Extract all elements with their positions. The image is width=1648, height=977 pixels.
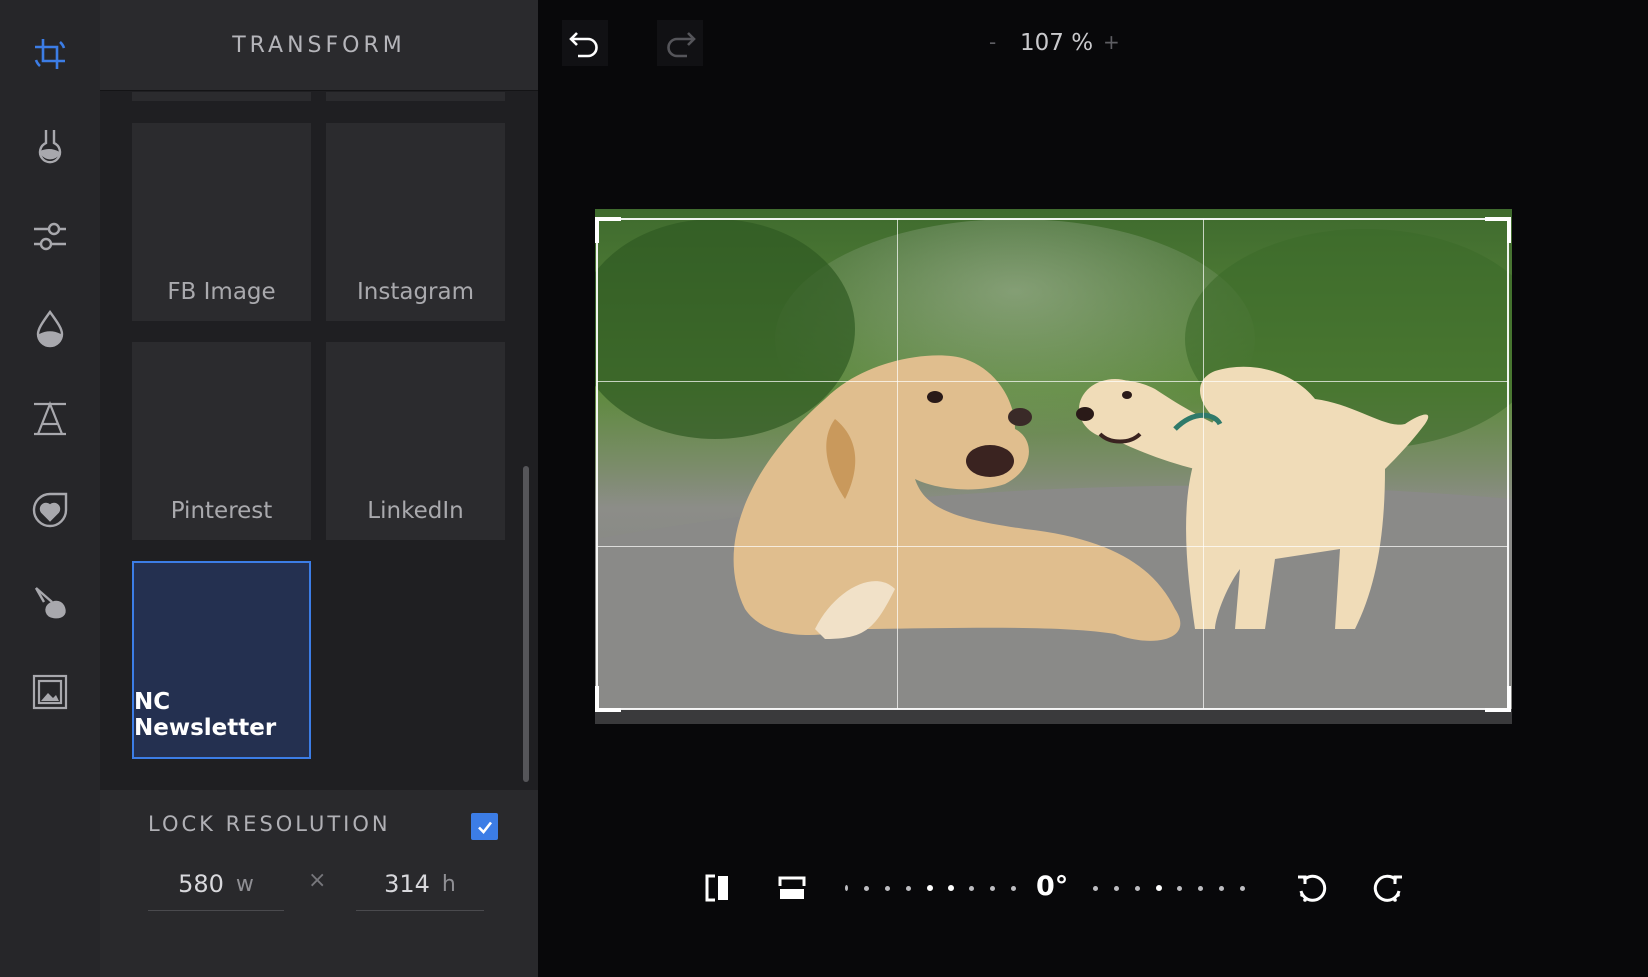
dial-tick [1135,886,1140,891]
preset-fb-image[interactable]: FB Image [132,123,311,321]
height-unit: h [441,871,456,897]
preset-tile-partial[interactable] [132,92,311,101]
preset-label: NC Newsletter [134,689,277,741]
dial-tick [1156,885,1162,891]
flip-vertical-button[interactable] [772,868,812,908]
zoom-out-button[interactable]: - [989,30,996,54]
flip-horizontal-button[interactable] [697,868,737,908]
dial-tick [969,886,974,891]
rotate-left-button[interactable] [1292,868,1332,908]
brush-icon[interactable] [26,578,74,626]
filter-flask-icon[interactable] [26,122,74,170]
color-drop-icon[interactable] [26,304,74,352]
adjust-sliders-icon[interactable] [26,212,74,260]
rotation-angle: 0° [1036,871,1069,902]
crop-frame[interactable] [596,218,1509,710]
sticker-heart-icon[interactable] [26,486,74,534]
rotate-left-icon [1298,874,1327,902]
panel-header: TRANSFORM [100,0,538,91]
dial-tick [1114,886,1119,891]
tool-sidebar [0,0,100,977]
dial-tick [948,885,954,891]
height-field[interactable]: 314 h [356,858,484,911]
width-unit: w [235,871,254,897]
lock-resolution-label: LOCK RESOLUTION [148,812,391,836]
crop-handle-bottom-left[interactable] [595,686,599,712]
dial-tick [864,886,869,891]
rotate-right-button[interactable] [1368,868,1408,908]
zoom-level: 107 % [1020,30,1094,56]
dial-tick [1011,886,1016,891]
dial-tick [927,885,933,891]
height-value: 314 [384,870,430,898]
text-icon[interactable] [26,394,74,442]
preset-label: LinkedIn [367,498,464,524]
width-field[interactable]: 580 w [148,858,284,911]
preset-label: Instagram [356,279,474,305]
panel-title: TRANSFORM [232,32,406,58]
preset-linkedin[interactable]: LinkedIn [326,342,505,540]
dial-tick [1240,886,1245,891]
dial-tick [1093,886,1098,891]
grid-line [597,546,1508,547]
grid-line [897,219,898,709]
dial-tick [990,886,995,891]
undo-button[interactable] [562,20,608,66]
panel-scrollbar[interactable] [523,466,529,782]
dial-tick [1198,886,1203,891]
dial-tick [885,886,890,891]
preset-label: FB Image [167,279,276,305]
crop-transform-icon[interactable] [26,30,74,78]
crop-handle-bottom-right[interactable] [1507,686,1511,712]
crop-handle-top-left[interactable] [595,217,599,243]
preset-instagram[interactable]: Instagram [326,123,505,321]
dimension-separator: × [308,868,327,893]
frame-icon[interactable] [26,668,74,716]
lock-resolution-section: LOCK RESOLUTION 580 w × 314 h [100,790,538,977]
undo-icon [569,32,598,58]
preset-label: Pinterest [170,498,273,524]
preset-tile-partial[interactable] [326,92,505,101]
zoom-in-button[interactable]: + [1103,30,1120,54]
width-value: 580 [178,870,224,898]
redo-icon [667,32,696,58]
grid-line [597,381,1508,382]
flip-horizontal-icon [705,874,728,902]
dial-tick [1177,886,1182,891]
flip-vertical-icon [778,876,806,899]
dial-tick [906,886,911,891]
dial-tick [1219,886,1224,891]
checkmark-icon [477,821,492,834]
redo-button[interactable] [657,20,703,66]
grid-line [1203,219,1204,709]
rotate-right-icon [1373,874,1402,902]
crop-handle-top-right[interactable] [1507,217,1511,243]
preset-pinterest[interactable]: Pinterest [132,342,311,540]
lock-resolution-checkbox[interactable] [471,813,498,840]
dial-tick [845,885,848,891]
preset-nc-newsletter[interactable]: NC Newsletter [132,561,311,759]
